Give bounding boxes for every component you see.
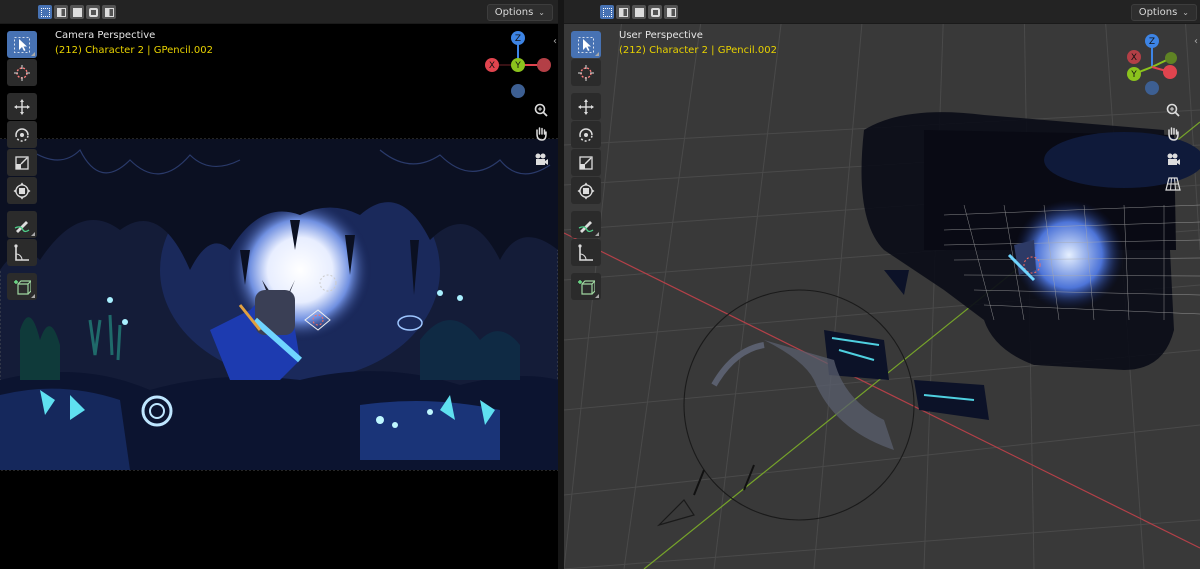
navigation-gizmo[interactable]: Z X Y <box>1112 30 1192 110</box>
add-cube-icon[interactable] <box>7 273 37 300</box>
rotate-icon[interactable] <box>7 121 37 148</box>
pan-hand-icon[interactable] <box>530 122 552 144</box>
options-label: Options <box>1138 7 1178 18</box>
annotate-icon[interactable] <box>571 211 601 238</box>
gizmo-x-label: X <box>1131 53 1137 63</box>
move-icon[interactable] <box>571 93 601 120</box>
sidebar-toggle-icon[interactable]: ‹ <box>1194 36 1198 47</box>
blender-window: Options ⌄ Camera Perspective (212) Chara… <box>0 0 1200 569</box>
cursor-icon[interactable] <box>571 59 601 86</box>
box-select-mode-icon[interactable] <box>38 5 52 19</box>
left-toolbar <box>7 31 37 300</box>
chevron-down-icon: ⌄ <box>1182 8 1189 17</box>
user-scene-render <box>564 0 1200 569</box>
transform-icon[interactable] <box>571 177 601 204</box>
right-toolbar <box>571 31 601 300</box>
move-icon[interactable] <box>7 93 37 120</box>
subtract-mode-icon[interactable] <box>70 5 84 19</box>
camera-scene-render <box>0 138 558 471</box>
navigation-gizmo[interactable]: Z X Y <box>478 28 558 108</box>
left-viewport-header: Options ⌄ <box>0 0 558 24</box>
zoom-icon[interactable] <box>1162 99 1184 121</box>
chevron-down-icon: ⌄ <box>538 8 545 17</box>
right-viewport-header: Options ⌄ <box>564 0 1200 24</box>
extend-mode-icon[interactable] <box>54 5 68 19</box>
measure-icon[interactable] <box>7 239 37 266</box>
gizmo-z-label: Z <box>1149 37 1155 47</box>
pan-hand-icon[interactable] <box>1162 122 1184 144</box>
transform-icon[interactable] <box>7 177 37 204</box>
camera-view-icon[interactable] <box>530 148 552 170</box>
gizmo-x-label: X <box>489 61 495 71</box>
gizmo-z-label: Z <box>515 34 521 44</box>
scale-icon[interactable] <box>7 149 37 176</box>
gizmo-y-label: Y <box>514 61 521 71</box>
ortho-grid-icon[interactable] <box>1162 173 1184 195</box>
box-select-mode-icon[interactable] <box>600 5 614 19</box>
annotate-icon[interactable] <box>7 211 37 238</box>
intersect-mode-icon[interactable] <box>664 5 678 19</box>
rotate-icon[interactable] <box>571 121 601 148</box>
zoom-icon[interactable] <box>530 99 552 121</box>
options-dropdown[interactable]: Options ⌄ <box>1130 4 1197 21</box>
camera-view-icon[interactable] <box>1162 148 1184 170</box>
options-label: Options <box>494 7 534 18</box>
intersect-mode-icon[interactable] <box>102 5 116 19</box>
scale-icon[interactable] <box>571 149 601 176</box>
gizmo-y-label: Y <box>1130 70 1137 80</box>
difference-mode-icon[interactable] <box>86 5 100 19</box>
difference-mode-icon[interactable] <box>648 5 662 19</box>
measure-icon[interactable] <box>571 239 601 266</box>
selection-mode-group <box>600 5 678 19</box>
viewport-title: Camera Perspective <box>55 30 156 41</box>
camera-viewport[interactable]: Options ⌄ Camera Perspective (212) Chara… <box>0 0 558 569</box>
add-cube-icon[interactable] <box>571 273 601 300</box>
active-object-label: (212) Character 2 | GPencil.002 <box>55 45 213 56</box>
active-object-label: (212) Character 2 | GPencil.002 <box>619 45 777 56</box>
select-box-icon[interactable] <box>571 31 601 58</box>
extend-mode-icon[interactable] <box>616 5 630 19</box>
selection-mode-group <box>38 5 116 19</box>
cursor-icon[interactable] <box>7 59 37 86</box>
viewport-title: User Perspective <box>619 30 703 41</box>
user-viewport[interactable]: Options ⌄ User Perspective (212) Charact… <box>564 0 1200 569</box>
select-box-icon[interactable] <box>7 31 37 58</box>
options-dropdown[interactable]: Options ⌄ <box>486 4 553 21</box>
subtract-mode-icon[interactable] <box>632 5 646 19</box>
